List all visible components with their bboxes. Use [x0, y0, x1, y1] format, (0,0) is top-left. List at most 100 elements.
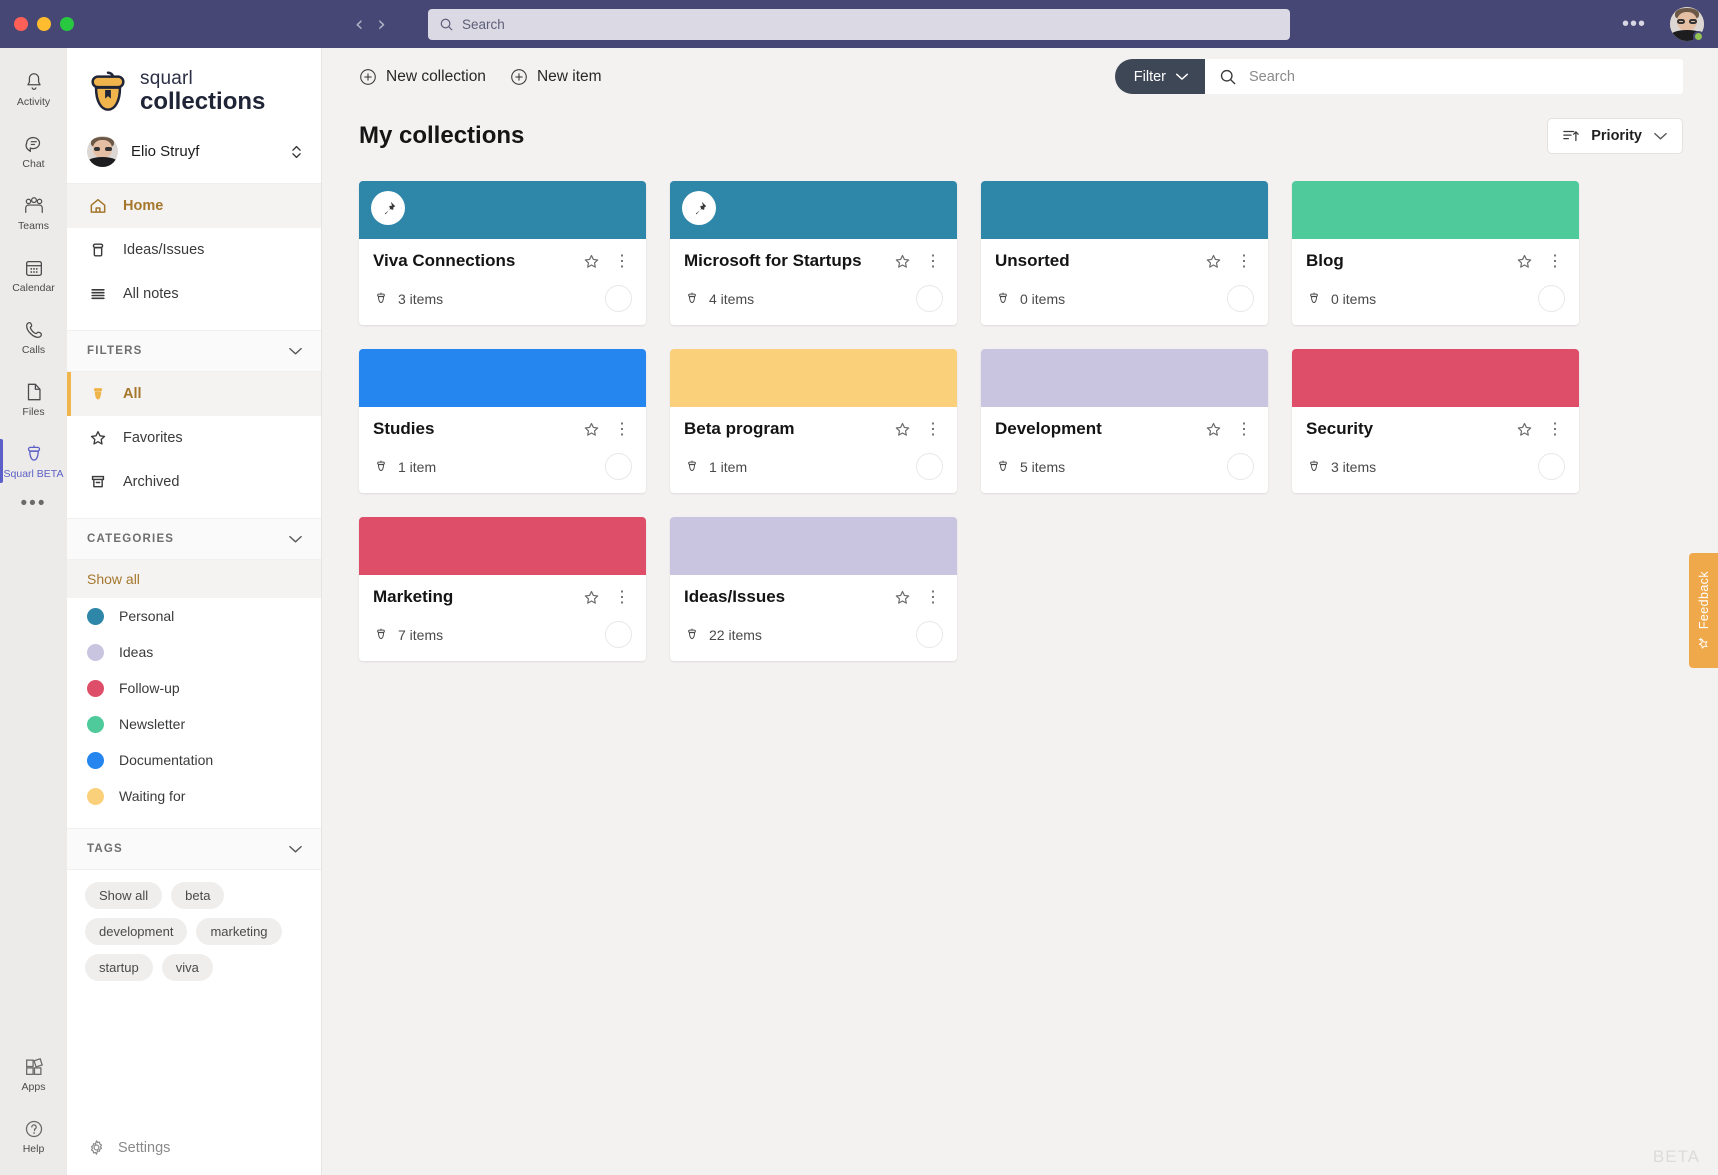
collection-card[interactable]: Blog ⋮ 0 items [1292, 181, 1579, 325]
categories-section-header[interactable]: CATEGORIES [67, 518, 321, 560]
sidebar-item-calendar[interactable]: Calendar [0, 244, 67, 306]
feedback-tab[interactable]: Feedback [1689, 553, 1718, 668]
sidebar-item-ideas-issues[interactable]: Ideas/Issues [67, 228, 321, 272]
maximize-window-button[interactable] [60, 17, 74, 31]
tag-chip[interactable]: startup [85, 954, 153, 981]
card-menu-button[interactable]: ⋮ [612, 589, 632, 605]
sidebar-item-squarl[interactable]: Squarl BETA [0, 430, 67, 492]
collection-card[interactable]: Marketing ⋮ 7 items [359, 517, 646, 661]
favorite-star-icon[interactable] [582, 252, 601, 271]
card-menu-button[interactable]: ⋮ [1234, 253, 1254, 269]
collection-card[interactable]: Viva Connections ⋮ 3 items [359, 181, 646, 325]
collection-card[interactable]: Ideas/Issues ⋮ 22 items [670, 517, 957, 661]
tag-chip[interactable]: Show all [85, 882, 163, 909]
tag-chip[interactable]: viva [161, 954, 213, 981]
favorite-star-icon[interactable] [1515, 252, 1534, 271]
page-title: My collections [359, 122, 525, 149]
sidebar-item-activity[interactable]: Activity [0, 58, 67, 120]
section-title: FILTERS [87, 345, 143, 357]
category-item-ideas[interactable]: Ideas [67, 634, 321, 670]
card-count-label: 5 items [1020, 458, 1066, 475]
minimize-window-button[interactable] [37, 17, 51, 31]
sidebar-item-all[interactable]: All [67, 372, 321, 416]
tag-list: Show all beta development marketing star… [67, 870, 321, 981]
category-item-documentation[interactable]: Documentation [67, 742, 321, 778]
sort-ascending-icon [1563, 130, 1579, 142]
collection-card[interactable]: Microsoft for Startups ⋮ 4 items [670, 181, 957, 325]
help-icon [25, 1120, 42, 1137]
sidebar-item-archived[interactable]: Archived [67, 460, 321, 504]
card-menu-button[interactable]: ⋮ [612, 421, 632, 437]
card-menu-button[interactable]: ⋮ [1545, 421, 1565, 437]
card-menu-button[interactable]: ⋮ [923, 253, 943, 269]
teams-icon [24, 196, 43, 213]
card-body: Ideas/Issues ⋮ 22 items [670, 575, 957, 661]
favorite-star-icon[interactable] [893, 252, 912, 271]
category-item-waiting-for[interactable]: Waiting for [67, 778, 321, 814]
favorite-star-icon[interactable] [1204, 420, 1223, 439]
card-body: Security ⋮ 3 items [1292, 407, 1579, 493]
sidebar-item-label: Home [123, 198, 164, 214]
favorite-star-icon[interactable] [582, 420, 601, 439]
favorite-star-icon[interactable] [893, 588, 912, 607]
card-menu-button[interactable]: ⋮ [923, 421, 943, 437]
collection-card[interactable]: Development ⋮ 5 items [981, 349, 1268, 493]
collection-card[interactable]: Unsorted ⋮ 0 items [981, 181, 1268, 325]
category-item-personal[interactable]: Personal [67, 598, 321, 634]
settings-button[interactable]: Settings [67, 1138, 321, 1175]
sidebar-item-teams[interactable]: Teams [0, 182, 67, 244]
category-item-follow-up[interactable]: Follow-up [67, 670, 321, 706]
sidebar-item-files[interactable]: Files [0, 368, 67, 430]
tags-section-header[interactable]: TAGS [67, 828, 321, 870]
favorite-star-icon[interactable] [1204, 252, 1223, 271]
sidebar-item-apps[interactable]: Apps [0, 1043, 67, 1105]
sort-button[interactable]: Priority [1547, 118, 1683, 154]
chevron-right-icon[interactable]: › [377, 13, 385, 35]
pin-badge[interactable] [682, 191, 716, 225]
favorite-star-icon[interactable] [893, 420, 912, 439]
category-item-newsletter[interactable]: Newsletter [67, 706, 321, 742]
chat-icon [25, 136, 40, 152]
global-search-input[interactable]: Search [428, 9, 1290, 40]
collection-card[interactable]: Security ⋮ 3 items [1292, 349, 1579, 493]
sidebar-item-favorites[interactable]: Favorites [67, 416, 321, 460]
tag-chip[interactable]: beta [171, 882, 225, 909]
favorite-star-icon[interactable] [582, 588, 601, 607]
filters-section-header[interactable]: FILTERS [67, 330, 321, 372]
card-menu-button[interactable]: ⋮ [1234, 421, 1254, 437]
collections-sidebar: squarl collections Elio Struyf Home Idea… [67, 48, 322, 1175]
filter-button[interactable]: Filter [1114, 59, 1205, 94]
sidebar-item-help[interactable]: Help [0, 1105, 67, 1167]
collection-card[interactable]: Studies ⋮ 1 item [359, 349, 646, 493]
close-window-button[interactable] [14, 17, 28, 31]
acorn-icon [377, 292, 385, 303]
tag-chip[interactable]: development [85, 918, 188, 945]
card-menu-button[interactable]: ⋮ [1545, 253, 1565, 269]
categories-show-all[interactable]: Show all [67, 560, 321, 598]
new-item-button[interactable]: New item [510, 68, 602, 86]
color-swatch [87, 607, 104, 625]
favorite-star-icon[interactable] [1515, 420, 1534, 439]
user-selector[interactable]: Elio Struyf [67, 128, 321, 183]
chevron-left-icon[interactable]: ‹ [355, 13, 363, 35]
card-body: Studies ⋮ 1 item [359, 407, 646, 493]
pin-badge[interactable] [371, 191, 405, 225]
card-title: Unsorted [995, 251, 1070, 270]
sidebar-item-chat[interactable]: Chat [0, 120, 67, 182]
sidebar-item-home[interactable]: Home [67, 184, 321, 228]
sidebar-item-all-notes[interactable]: All notes [67, 272, 321, 316]
acorn-icon [377, 628, 385, 639]
collection-card[interactable]: Beta program ⋮ 1 item [670, 349, 957, 493]
card-color-band [359, 181, 646, 239]
rail-more-button[interactable]: ••• [21, 494, 47, 513]
titlebar-more-button[interactable]: ••• [1622, 14, 1646, 34]
sidebar-item-calls[interactable]: Calls [0, 306, 67, 368]
search-input[interactable]: Search [1205, 59, 1683, 94]
pin-icon [384, 201, 395, 214]
star-icon [87, 428, 109, 448]
new-collection-button[interactable]: New collection [359, 68, 486, 86]
card-menu-button[interactable]: ⋮ [923, 589, 943, 605]
card-menu-button[interactable]: ⋮ [612, 253, 632, 269]
tag-chip[interactable]: marketing [196, 918, 282, 945]
sidebar-item-label: Calendar [12, 281, 55, 294]
